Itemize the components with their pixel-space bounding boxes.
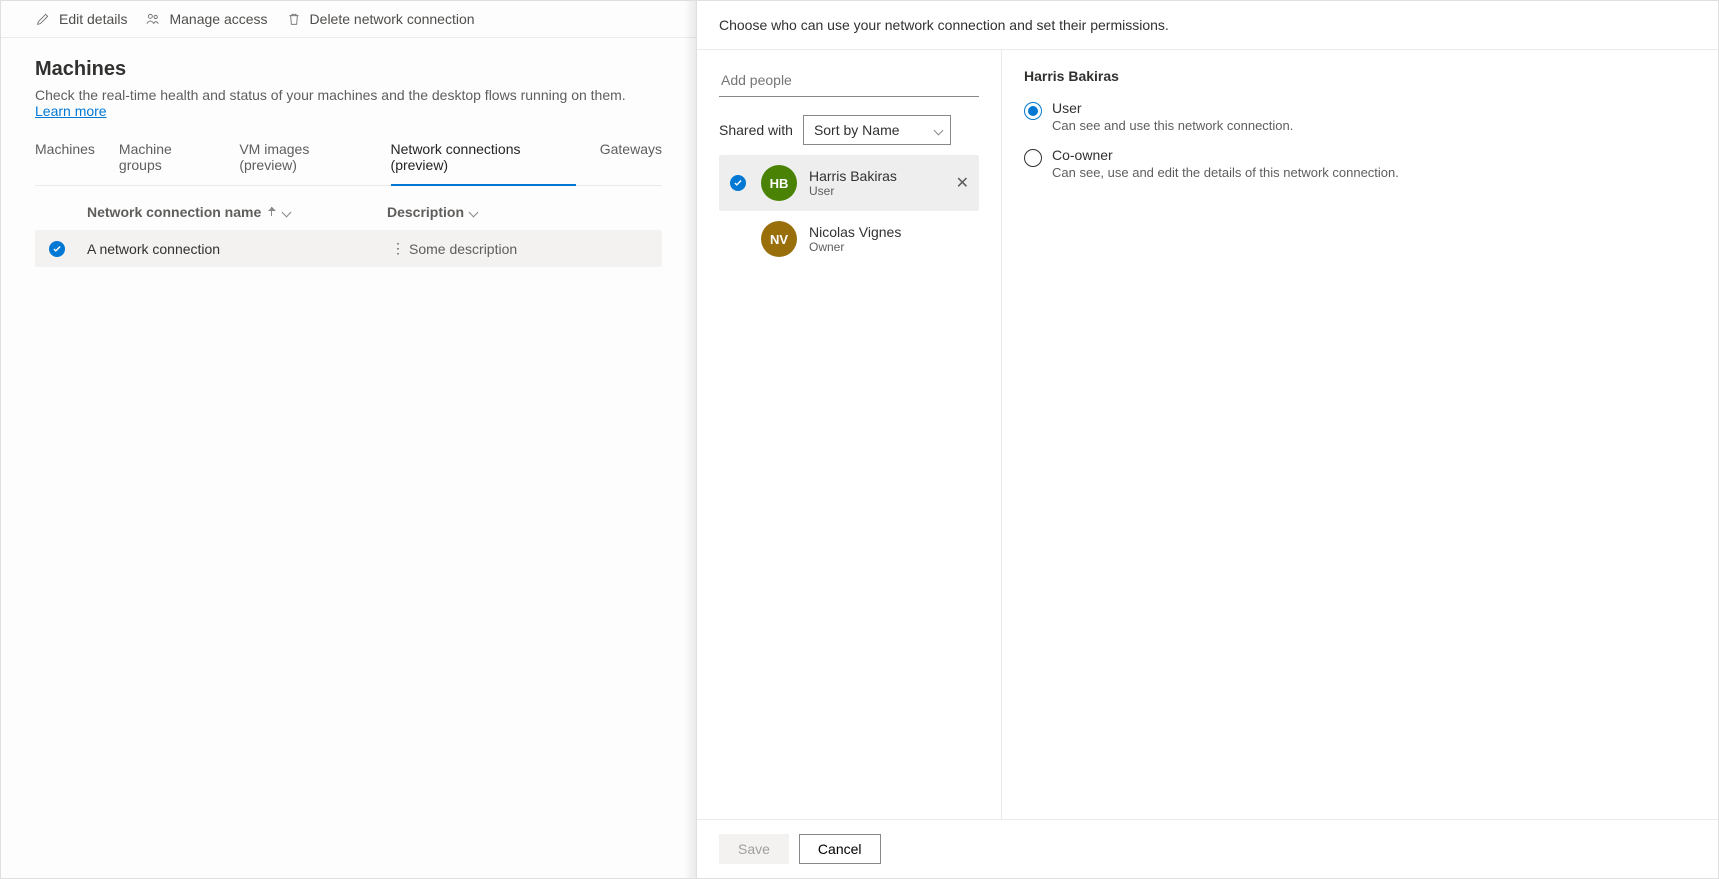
col-name-header[interactable]: Network connection name xyxy=(87,204,387,220)
tab-gateways[interactable]: Gateways xyxy=(600,133,662,185)
chevron-down-icon xyxy=(469,207,479,217)
panel-heading: Choose who can use your network connecti… xyxy=(697,1,1718,50)
row-select[interactable] xyxy=(49,241,87,257)
share-panel: Choose who can use your network connecti… xyxy=(696,1,1718,878)
col-desc-header[interactable]: Description xyxy=(387,204,652,220)
cancel-button[interactable]: Cancel xyxy=(799,834,881,864)
radio-coowner[interactable] xyxy=(1024,149,1042,167)
delete-connection-button[interactable]: Delete network connection xyxy=(286,11,475,27)
row-desc: Some description xyxy=(409,241,652,257)
avatar: NV xyxy=(761,221,797,257)
remove-person-button[interactable]: ✕ xyxy=(956,173,969,193)
avatar: HB xyxy=(761,165,797,201)
chevron-down-icon xyxy=(933,125,943,135)
person-row[interactable]: NV Nicolas Vignes Owner xyxy=(719,211,979,267)
tab-machine-groups[interactable]: Machine groups xyxy=(119,133,215,185)
tab-network-connections[interactable]: Network connections (preview) xyxy=(391,133,576,186)
manage-access-button[interactable]: Manage access xyxy=(145,11,267,27)
edit-icon xyxy=(35,11,51,27)
person-name: Harris Bakiras xyxy=(809,168,897,184)
edit-label: Edit details xyxy=(59,11,127,27)
chevron-down-icon xyxy=(282,207,292,217)
row-name: A network connection xyxy=(87,241,387,257)
tabs: Machines Machine groups VM images (previ… xyxy=(35,133,662,186)
table-header: Network connection name Description xyxy=(35,204,662,230)
shared-with-label: Shared with xyxy=(719,122,793,138)
trash-icon xyxy=(286,11,302,27)
save-button[interactable]: Save xyxy=(719,834,789,864)
person-role: Owner xyxy=(809,240,901,254)
panel-footer: Save Cancel xyxy=(697,819,1718,878)
tab-vm-images[interactable]: VM images (preview) xyxy=(239,133,366,185)
permission-user[interactable]: User Can see and use this network connec… xyxy=(1024,100,1696,133)
tab-machines[interactable]: Machines xyxy=(35,133,95,185)
panel-left: Shared with Sort by Name HB Harris Bakir… xyxy=(697,50,1001,819)
page-desc: Check the real-time health and status of… xyxy=(35,87,662,119)
table-row[interactable]: A network connection ⋮ Some description xyxy=(35,230,662,267)
sort-asc-icon xyxy=(267,207,277,217)
permission-coowner[interactable]: Co-owner Can see, use and edit the detai… xyxy=(1024,147,1696,180)
check-icon xyxy=(730,175,746,191)
sort-dropdown[interactable]: Sort by Name xyxy=(803,115,951,145)
person-row[interactable]: HB Harris Bakiras User ✕ xyxy=(719,155,979,211)
panel-right: Harris Bakiras User Can see and use this… xyxy=(1001,50,1718,819)
add-people-input[interactable] xyxy=(719,64,979,97)
person-role: User xyxy=(809,184,897,198)
check-icon xyxy=(49,241,65,257)
row-menu-button[interactable]: ⋮ xyxy=(387,240,409,257)
radio-user[interactable] xyxy=(1024,102,1042,120)
delete-label: Delete network connection xyxy=(310,11,475,27)
learn-more-link[interactable]: Learn more xyxy=(35,103,107,119)
command-bar: Edit details Manage access Delete networ… xyxy=(1,1,696,38)
people-icon xyxy=(145,11,161,27)
page-title: Machines xyxy=(35,58,662,81)
edit-details-button[interactable]: Edit details xyxy=(35,11,127,27)
permissions-for: Harris Bakiras xyxy=(1024,68,1696,84)
person-name: Nicolas Vignes xyxy=(809,224,901,240)
manage-label: Manage access xyxy=(169,11,267,27)
